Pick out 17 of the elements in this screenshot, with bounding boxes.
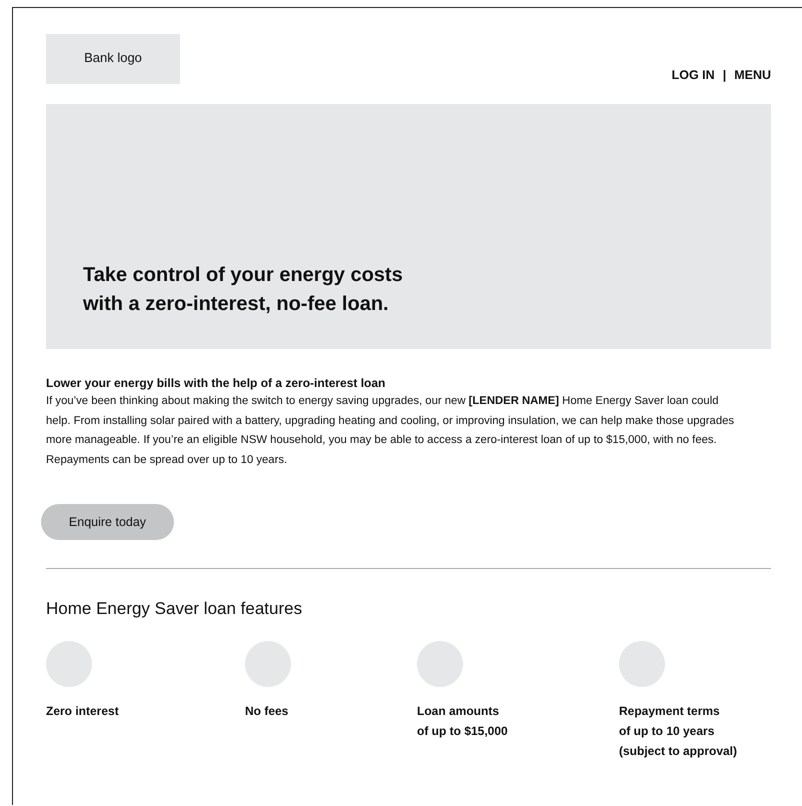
- hero-title: Take control of your energy costs with a zero-interest, no-fee loan.: [83, 263, 403, 317]
- nav-separator: |: [722, 68, 726, 82]
- intro-paragraph: If you’ve been thinking about making the switch to energy saving upgrades, our new [LENDER NAME] Home Energy Saver loan could help. From installing solar paired with a battery, upgrading heating and cooling, or improving insulation, we can help make those upgrades more manageable. If you’re an eligible NSW household, you may be able to access a zero-interest loan of up to $15,000, with no fees. Repayments can be spread over up to 10 years.: [46, 394, 736, 468]
- log-in-link[interactable]: LOG IN: [672, 68, 715, 82]
- logo-text: Bank logo: [84, 50, 142, 64]
- feature-label: Loan amounts of up to $15,000: [417, 703, 509, 740]
- icon-placeholder-icon: [619, 641, 665, 687]
- feature-label: Zero interest: [46, 703, 120, 720]
- icon-placeholder-icon: [245, 641, 291, 687]
- icon-placeholder-icon: [417, 641, 463, 687]
- feature-label: Repayment terms of up to 10 years (subject to approval): [619, 703, 738, 760]
- enquire-button[interactable]: Enquire today: [41, 504, 174, 540]
- icon-placeholder-icon: [46, 641, 92, 687]
- menu-link[interactable]: MENU: [734, 68, 771, 82]
- features-heading: Home Energy Saver loan features: [46, 599, 304, 619]
- intro-heading: Lower your energy bills with the help of a zero-interest loan: [46, 375, 386, 392]
- feature-label: No fees: [245, 703, 290, 720]
